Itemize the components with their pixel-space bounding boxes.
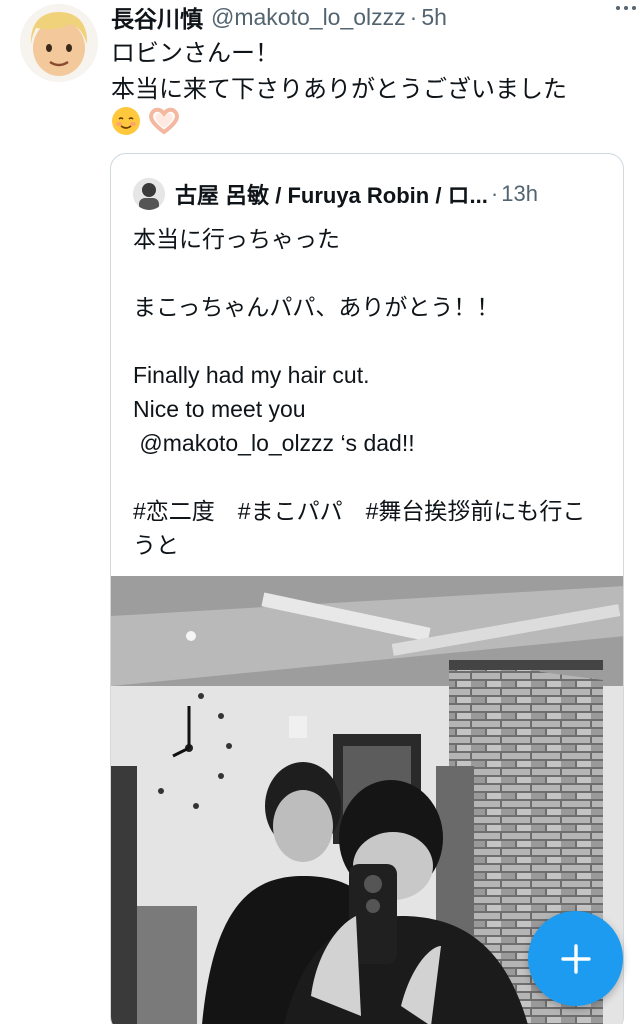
more-options-icon[interactable] bbox=[616, 6, 636, 10]
tweet-time[interactable]: 5h bbox=[421, 4, 447, 31]
tweet-emojis bbox=[111, 106, 181, 136]
avatar-emoji-icon bbox=[20, 4, 98, 82]
tweet-text: ロビンさんー！ 本当に来て下さりありがとうございました bbox=[111, 40, 567, 103]
plus-icon bbox=[560, 943, 591, 974]
separator-dot: · bbox=[409, 3, 418, 30]
tweet-header: 長谷川慎 @makoto_lo_olzzz · 5h bbox=[111, 0, 630, 34]
author-avatar[interactable] bbox=[20, 4, 98, 82]
quoted-tweet[interactable]: 古屋 呂敏 / Furuya Robin / ロ... · 13h 本当に行っち… bbox=[110, 153, 624, 1024]
separator-dot: · bbox=[490, 181, 499, 206]
compose-tweet-button[interactable] bbox=[528, 911, 623, 1006]
quoted-author-avatar[interactable] bbox=[133, 178, 165, 210]
quoted-tweet-text: 本当に行っちゃった まこっちゃんパパ、ありがとう！！ Finally had m… bbox=[133, 226, 586, 558]
avatar-photo-icon bbox=[133, 178, 165, 210]
display-name[interactable]: 長谷川慎 bbox=[111, 0, 203, 34]
quoted-tweet-header: 古屋 呂敏 / Furuya Robin / ロ... · 13h bbox=[133, 176, 613, 212]
quoted-tweet-time[interactable]: 13h bbox=[501, 181, 538, 207]
user-handle[interactable]: @makoto_lo_olzzz bbox=[211, 4, 406, 31]
quoted-display-name[interactable]: 古屋 呂敏 / Furuya Robin / ロ... bbox=[175, 178, 488, 210]
heart-hands-emoji bbox=[149, 107, 179, 135]
smiling-face-emoji bbox=[112, 107, 140, 135]
